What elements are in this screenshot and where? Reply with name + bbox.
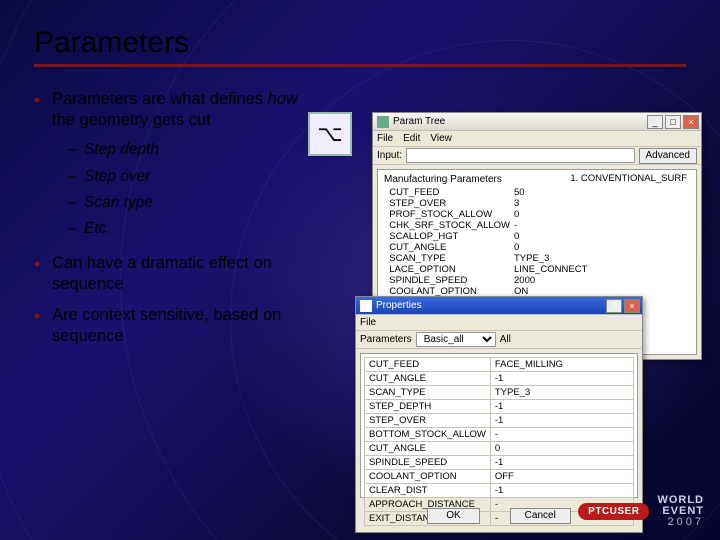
table-row[interactable]: COOLANT_OPTIONOFF	[365, 470, 634, 484]
input-toolbar: Input: Advanced	[373, 147, 701, 165]
table-row[interactable]: CUT_FEEDFACE_MILLING	[365, 358, 634, 372]
table-row[interactable]: STEP_DEPTH-1	[365, 400, 634, 414]
app-icon	[377, 116, 389, 128]
ptc-badge: PTCUSER	[578, 503, 649, 520]
close-button[interactable]: ×	[624, 299, 640, 313]
table-row[interactable]: SCAN_TYPETYPE_3	[365, 386, 634, 400]
title-rule	[34, 64, 686, 67]
sub-bullet: Scan type	[52, 190, 318, 216]
titlebar[interactable]: Properties ? ×	[356, 297, 642, 315]
table-row[interactable]: BOTTOM_STOCK_ALLOW-	[365, 428, 634, 442]
table-row[interactable]: SPINDLE_SPEED-1	[365, 456, 634, 470]
close-button[interactable]: ×	[683, 115, 699, 129]
minimize-button[interactable]: _	[647, 115, 663, 129]
group-label: All	[500, 334, 511, 345]
sub-bullet: Etc.	[52, 216, 318, 242]
advanced-button[interactable]: Advanced	[639, 148, 697, 164]
menu-item[interactable]: File	[377, 133, 393, 144]
window-title: Param Tree	[389, 116, 645, 127]
table-row[interactable]: CUT_ANGLE-1	[365, 372, 634, 386]
text-column: Parameters are what defines how the geom…	[34, 89, 326, 357]
parameters-label: Parameters	[360, 334, 412, 345]
param-row[interactable]: CHK_SRF_STOCK_ALLOW-	[384, 220, 690, 231]
cancel-button[interactable]: Cancel	[510, 508, 571, 524]
menu-file[interactable]: File	[360, 317, 376, 328]
input-label: Input:	[377, 150, 402, 161]
param-row[interactable]: PROF_STOCK_ALLOW0	[384, 209, 690, 220]
titlebar[interactable]: Param Tree _ □ ×	[373, 113, 701, 131]
param-row[interactable]: SCAN_TYPETYPE_3	[384, 253, 690, 264]
filter-dropdown[interactable]: Basic_all	[416, 332, 496, 347]
ok-button[interactable]: OK	[427, 508, 479, 524]
app-icon	[360, 300, 372, 312]
bullet-3: Are context sensitive, based on sequence	[34, 305, 318, 347]
param-row[interactable]: CUT_FEED50	[384, 187, 690, 198]
menubar[interactable]: File	[356, 315, 642, 331]
brand-footer: PTCUSER WORLD EVENT 2007	[578, 495, 704, 528]
param-row[interactable]: SPINDLE_SPEED2000	[384, 275, 690, 286]
sub-bullet: Step depth	[52, 137, 318, 163]
table-row[interactable]: CUT_ANGLE0	[365, 442, 634, 456]
menu-item[interactable]: Edit	[403, 133, 420, 144]
param-row[interactable]: SCALLOP_HGT0	[384, 231, 690, 242]
maximize-button[interactable]: □	[665, 115, 681, 129]
param-row[interactable]: LACE_OPTIONLINE_CONNECT	[384, 264, 690, 275]
filter-toolbar: Parameters Basic_all All	[356, 331, 642, 349]
bullet-2: Can have a dramatic effect on sequence	[34, 253, 318, 295]
menu-item[interactable]: View	[430, 133, 452, 144]
properties-grid[interactable]: CUT_FEEDFACE_MILLINGCUT_ANGLE-1SCAN_TYPE…	[360, 353, 638, 498]
slide-title: Parameters	[34, 26, 686, 60]
param-row[interactable]: STEP_OVER3	[384, 198, 690, 209]
param-row[interactable]: CUT_ANGLE0	[384, 242, 690, 253]
sub-bullet: Step over	[52, 164, 318, 190]
input-field[interactable]	[406, 148, 634, 163]
table-row[interactable]: STEP_OVER-1	[365, 414, 634, 428]
menubar[interactable]: File Edit View	[373, 131, 701, 147]
window-title: Properties	[372, 300, 604, 311]
bullet-1: Parameters are what defines how the geom…	[34, 89, 318, 243]
parameter-icon: ⌥	[308, 112, 352, 156]
context-label: 1. CONVENTIONAL_SURF	[570, 173, 687, 184]
help-button[interactable]: ?	[606, 299, 622, 313]
